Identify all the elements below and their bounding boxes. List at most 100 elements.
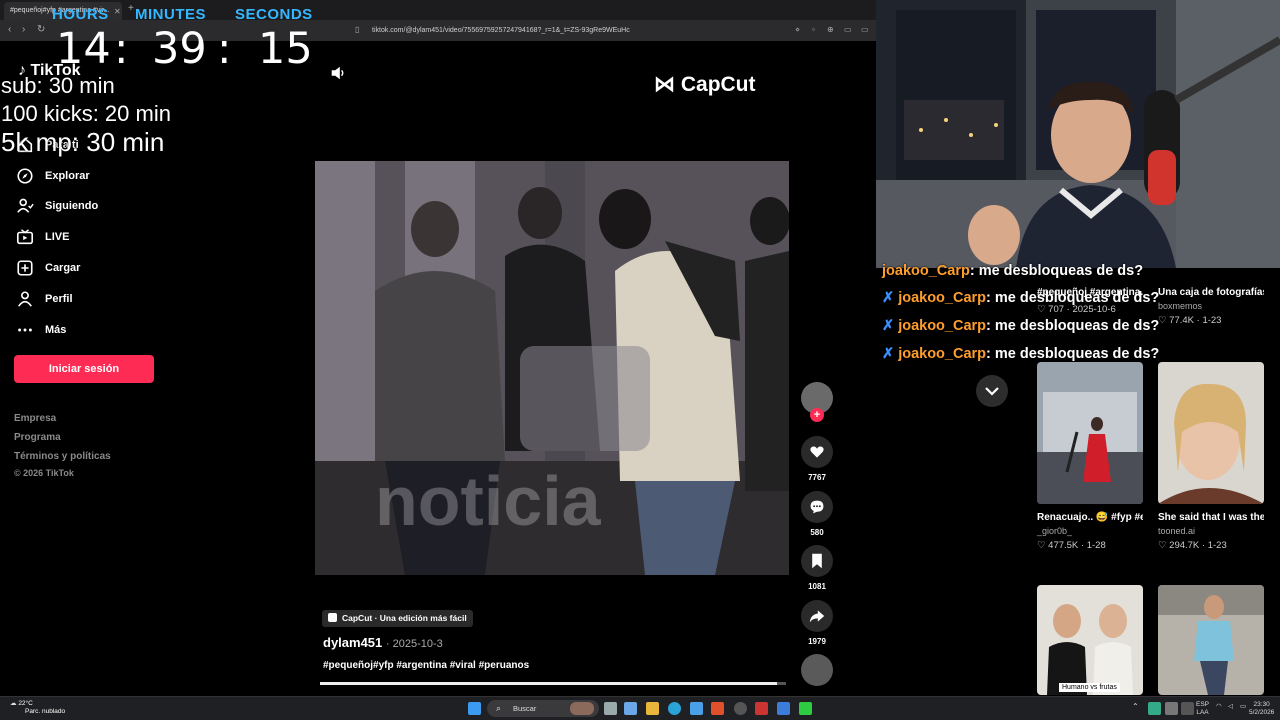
clock[interactable]: 23:30 5/2/2026 bbox=[1249, 701, 1274, 717]
card-thumbnail bbox=[1158, 585, 1264, 695]
notepad-icon[interactable] bbox=[777, 702, 790, 715]
scroll-down-button[interactable] bbox=[976, 375, 1008, 407]
live-icon bbox=[16, 229, 34, 245]
search-label: Buscar bbox=[513, 704, 537, 713]
like-button[interactable]: 7767 bbox=[800, 436, 834, 482]
card-stats: ♡ 707 · 2025-10-6 bbox=[1037, 304, 1116, 315]
start-icon[interactable] bbox=[468, 702, 481, 715]
url-field[interactable]: tiktok.com/@dylam451/video/7556975925724… bbox=[366, 23, 866, 38]
sidebar-item-perfil[interactable]: Perfil bbox=[16, 288, 73, 310]
battery-icon[interactable]: ▭ bbox=[1240, 703, 1246, 711]
sidebar-item-live[interactable]: LIVE bbox=[16, 226, 69, 248]
translate-icon[interactable]: ⋄ bbox=[795, 25, 800, 34]
video-hashtags[interactable]: #pequeñoj#yfp #argentina #viral #peruano… bbox=[323, 660, 529, 671]
card-thumbnail bbox=[1037, 362, 1143, 504]
brave-icon[interactable] bbox=[711, 702, 724, 715]
task-view-icon[interactable] bbox=[604, 702, 617, 715]
forward-icon[interactable]: › bbox=[22, 24, 25, 35]
search-icon: ⌕ bbox=[496, 703, 502, 713]
video-card[interactable] bbox=[1158, 585, 1264, 695]
streaming-app-icon[interactable] bbox=[799, 702, 812, 715]
video-card[interactable]: Una caja de fotografías... boxmemos ♡ 77… bbox=[1158, 268, 1264, 326]
clock-time: 23:30 bbox=[1253, 701, 1270, 708]
app-icon[interactable] bbox=[734, 702, 747, 715]
chat-username: joakoo_Carp bbox=[898, 346, 987, 362]
search-highlight-icon[interactable] bbox=[570, 702, 594, 715]
tray-chevron-icon[interactable]: ⌃ bbox=[1132, 703, 1139, 711]
weather-widget[interactable]: ☁ 22°C Parc. nublado bbox=[10, 700, 65, 716]
video-card[interactable]: She said that I was the best Spanish... … bbox=[1158, 362, 1264, 551]
card-user: boxmemos bbox=[1158, 301, 1203, 311]
video-card[interactable]: Humano vs frutas bbox=[1037, 585, 1143, 695]
chat-message: ✗ joakoo_Carp: me desbloqueas de ds? bbox=[882, 346, 1159, 362]
calendar-app-icon[interactable] bbox=[755, 702, 768, 715]
edge-icon[interactable] bbox=[668, 702, 681, 715]
footer-link-terminos[interactable]: Términos y políticas bbox=[14, 451, 111, 462]
bookmark-icon[interactable]: ▯ bbox=[355, 25, 359, 34]
back-icon[interactable]: ‹ bbox=[8, 24, 11, 35]
save-count: 1081 bbox=[808, 582, 826, 591]
tray-app-icon[interactable] bbox=[1181, 702, 1194, 715]
volume-tray-icon[interactable]: ◁ bbox=[1228, 703, 1233, 711]
following-icon bbox=[17, 198, 34, 213]
video-progress-bar[interactable] bbox=[320, 682, 786, 685]
author-name[interactable]: dylam451 bbox=[323, 635, 382, 650]
capcut-tag[interactable]: CapCut · Una edición más fácil bbox=[322, 610, 473, 627]
profile-icon bbox=[18, 291, 32, 307]
minutes-value: 39 bbox=[152, 24, 207, 74]
timer-colon: : bbox=[114, 24, 129, 74]
card-likes: 477.5K bbox=[1048, 540, 1079, 551]
video-player[interactable]: noticia bbox=[315, 161, 789, 575]
news-watermark: noticia bbox=[375, 462, 601, 540]
card-user: _gior0b_ bbox=[1037, 526, 1073, 536]
extensions-icon[interactable]: ▭ bbox=[844, 25, 852, 34]
music-disc[interactable] bbox=[800, 654, 834, 691]
lang-code: ESP bbox=[1196, 701, 1210, 708]
file-explorer-icon[interactable] bbox=[646, 702, 659, 715]
sidebar-item-cargar[interactable]: Cargar bbox=[16, 257, 80, 279]
minutes-label: MINUTES bbox=[135, 6, 206, 23]
card-title: She said that I was the best Spanish... bbox=[1158, 512, 1264, 523]
close-tab-icon[interactable]: ✕ bbox=[114, 7, 121, 16]
sidebar-item-explorar[interactable]: Explorar bbox=[16, 165, 90, 187]
sidebar-item-mas[interactable]: Más bbox=[16, 319, 66, 341]
new-tab-icon[interactable]: + bbox=[128, 3, 134, 14]
zoom-icon[interactable]: ⊕ bbox=[827, 25, 834, 34]
comment-button[interactable]: 580 bbox=[800, 491, 834, 537]
store-icon[interactable] bbox=[690, 702, 703, 715]
clock-date: 5/2/2026 bbox=[1249, 709, 1275, 716]
cloud-icon: ☁ bbox=[10, 700, 17, 707]
video-card[interactable]: Renacuajo.. 😅 #fyp #ensayo... _gior0b_ ♡… bbox=[1037, 362, 1143, 551]
volume-icon[interactable] bbox=[329, 64, 347, 82]
goal-line: 5k mp: 30 min bbox=[1, 127, 165, 157]
video-author[interactable]: dylam451 · 2025-10-3 bbox=[323, 635, 443, 650]
bookmark-icon bbox=[801, 545, 833, 577]
wifi-icon[interactable]: ◠ bbox=[1216, 703, 1222, 711]
widgets-icon[interactable] bbox=[624, 702, 637, 715]
footer-link-empresa[interactable]: Empresa bbox=[14, 413, 56, 424]
card-date: 1-23 bbox=[1202, 315, 1222, 326]
video-card[interactable]: #pequeñoj #argentina... ♡ 707 · 2025-10-… bbox=[1037, 268, 1143, 315]
card-date: 2025-10-6 bbox=[1072, 304, 1116, 315]
chat-text: : me desbloqueas de ds? bbox=[986, 346, 1160, 362]
like-count: 7767 bbox=[808, 473, 826, 482]
upload-icon bbox=[17, 260, 33, 276]
capcut-watermark-text: CapCut bbox=[680, 73, 756, 96]
chevron-down-icon bbox=[985, 387, 999, 396]
address-bar: ‹ › ↻ ▯ tiktok.com/@dylam451/video/75569… bbox=[0, 20, 876, 41]
follow-plus-icon[interactable]: + bbox=[810, 408, 824, 422]
login-button[interactable]: Iniciar sesión bbox=[14, 355, 154, 383]
author-avatar-button[interactable]: + bbox=[800, 382, 834, 422]
sword-icon: ✗ bbox=[882, 290, 895, 306]
sidebar-item-siguiendo[interactable]: Siguiendo bbox=[16, 195, 98, 217]
install-icon[interactable]: ▫ bbox=[812, 25, 815, 34]
reload-icon[interactable]: ↻ bbox=[37, 24, 45, 35]
sidebar-icon[interactable]: ▭ bbox=[861, 25, 869, 34]
screen: { "browser": { "tab_title": "#pequeñoj#y… bbox=[0, 0, 1280, 720]
tray-app-icon[interactable] bbox=[1165, 702, 1178, 715]
tray-app-icon[interactable] bbox=[1148, 702, 1161, 715]
save-button[interactable]: 1081 bbox=[800, 545, 834, 591]
share-button[interactable]: 1979 bbox=[800, 600, 834, 646]
language-indicator[interactable]: ESP LAA bbox=[1196, 701, 1209, 717]
footer-link-programa[interactable]: Programa bbox=[14, 432, 61, 443]
